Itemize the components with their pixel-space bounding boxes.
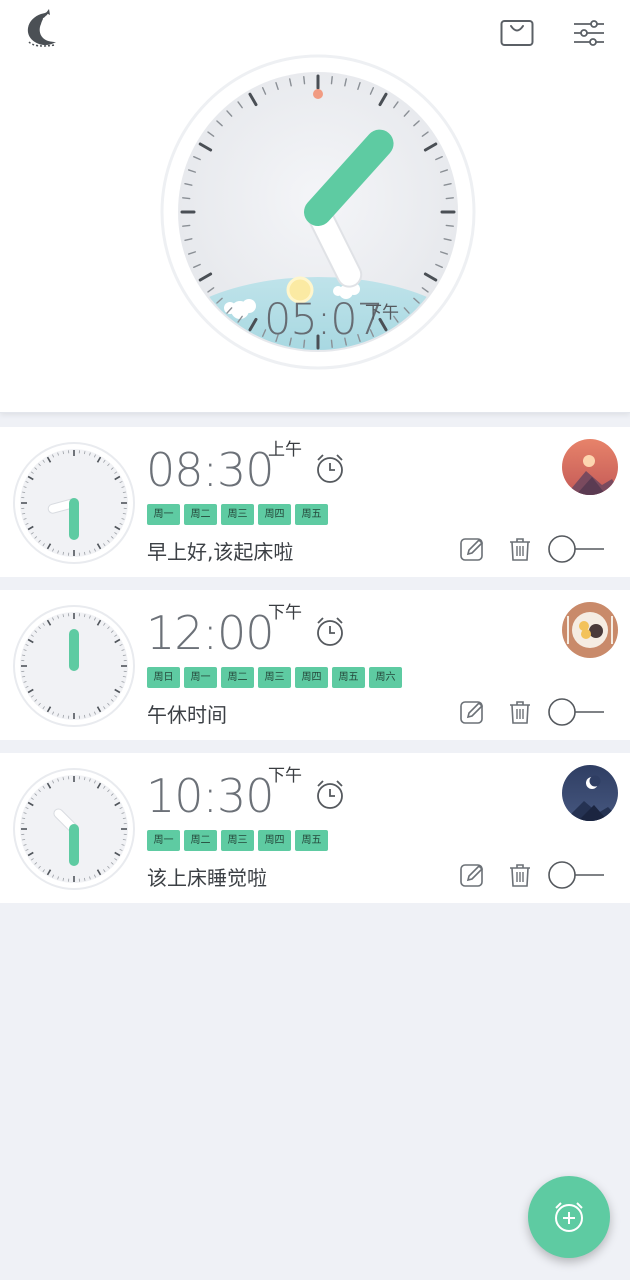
- alarm-time: 08:30: [146, 443, 275, 497]
- alarm-clock-icon: [317, 617, 343, 646]
- alarm-label: 早上好,该起床啦: [147, 540, 294, 564]
- add-alarm-button[interactable]: [528, 1176, 610, 1258]
- cloud-icon: [224, 302, 236, 314]
- alarm-clock-face: [13, 605, 135, 727]
- alarm-card-3[interactable]: 10:30 下午 周一 周二 周三 周四 周五 该上床睡觉啦: [0, 753, 630, 903]
- repeat-days: 周一 周二 周三 周四 周五: [147, 830, 328, 851]
- alarm-time: 12:00: [146, 606, 275, 660]
- minute-tick: [445, 197, 454, 200]
- alarm-label: 午休时间: [147, 703, 227, 727]
- shopping-bag-icon[interactable]: [498, 16, 536, 50]
- day-badge: 周三: [258, 667, 291, 688]
- alarm-ampm: 上午: [268, 440, 302, 460]
- repeat-days: 周一 周二 周三 周四 周五: [147, 504, 328, 525]
- alarm-card-2[interactable]: 12:00 下午 周日 周一 周二 周三 周四 周五 周六 午休时间: [0, 590, 630, 740]
- minute-tick: [182, 197, 191, 200]
- day-badge: 周日: [147, 667, 180, 688]
- minute-tick: [330, 76, 333, 85]
- add-alarm-icon: [555, 1202, 583, 1232]
- day-badge: 周二: [184, 830, 217, 851]
- trash-icon[interactable]: [506, 698, 534, 726]
- trash-icon[interactable]: [506, 535, 534, 563]
- day-badge: 周四: [295, 667, 328, 688]
- day-badge: 周五: [295, 504, 328, 525]
- cloud-icon: [242, 299, 256, 313]
- night-moon-avatar-icon[interactable]: [562, 765, 618, 821]
- day-badge: 周四: [258, 504, 291, 525]
- meal-avatar-icon[interactable]: [562, 602, 618, 658]
- alarm-toggle[interactable]: [546, 859, 606, 891]
- alarm-toggle[interactable]: [546, 696, 606, 728]
- alarm-clock-face: [13, 768, 135, 890]
- minute-tick: [445, 224, 454, 227]
- alarm-toggle[interactable]: [546, 533, 606, 565]
- alarm-ampm: 下午: [268, 603, 302, 623]
- day-badge: 周五: [295, 830, 328, 851]
- alarm-clock-icon: [317, 454, 343, 483]
- minute-tick: [182, 224, 191, 227]
- alarm-label: 该上床睡觉啦: [147, 866, 267, 890]
- edit-icon[interactable]: [458, 861, 486, 889]
- noon-marker: [313, 89, 323, 99]
- minute-tick: [303, 76, 306, 85]
- day-badge: 周一: [147, 504, 180, 525]
- day-badge: 周三: [221, 504, 254, 525]
- alarm-ampm: 下午: [268, 766, 302, 786]
- sunrise-avatar-icon[interactable]: [562, 439, 618, 495]
- day-badge: 周一: [147, 830, 180, 851]
- repeat-days: 周日 周一 周二 周三 周四 周五 周六: [147, 667, 402, 688]
- day-badge: 周二: [184, 504, 217, 525]
- day-badge: 周三: [221, 830, 254, 851]
- current-ampm: 下午: [365, 303, 399, 323]
- sliders-icon[interactable]: [570, 16, 608, 50]
- edit-icon[interactable]: [458, 535, 486, 563]
- day-badge: 周一: [184, 667, 217, 688]
- alarm-clock-icon: [317, 780, 343, 809]
- header: 05:07 下午: [0, 0, 630, 413]
- alarm-time: 10:30: [146, 769, 275, 823]
- day-badge: 周二: [221, 667, 254, 688]
- day-badge: 周五: [332, 667, 365, 688]
- cat-logo-icon: [27, 9, 56, 47]
- day-badge: 周四: [258, 830, 291, 851]
- edit-icon[interactable]: [458, 698, 486, 726]
- alarm-card-1[interactable]: 08:30 上午 周一 周二 周三 周四 周五 早上好,该起床啦: [0, 427, 630, 577]
- alarm-clock-face: [13, 442, 135, 564]
- day-badge: 周六: [369, 667, 402, 688]
- trash-icon[interactable]: [506, 861, 534, 889]
